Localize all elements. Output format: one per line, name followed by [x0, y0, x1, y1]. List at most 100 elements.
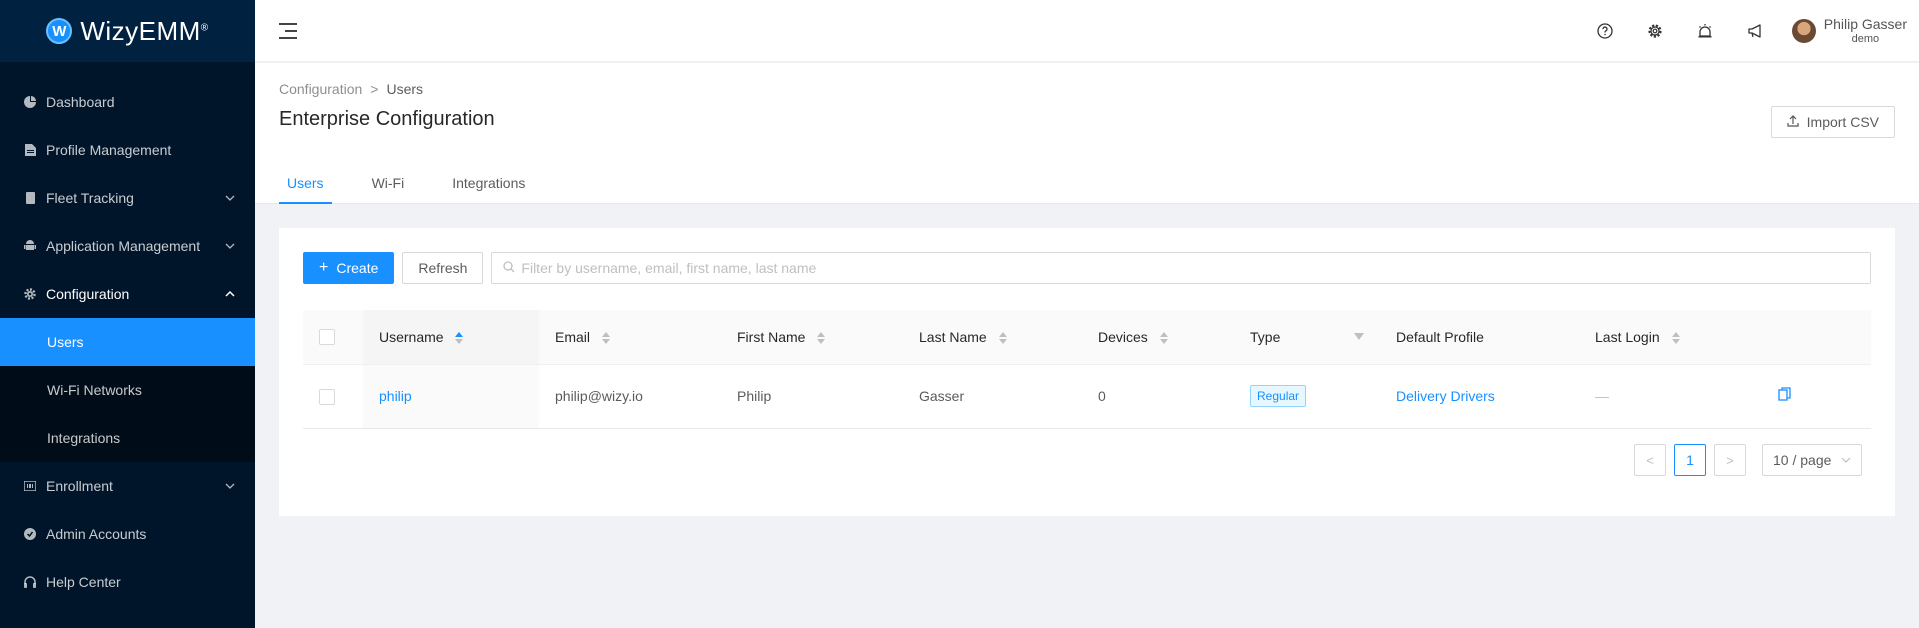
sidebar-item-help-center[interactable]: Help Center	[0, 558, 255, 606]
header-actions: Philip Gasser demo	[1580, 0, 1907, 62]
type-tag: Regular	[1250, 385, 1307, 407]
prev-page-button[interactable]: <	[1634, 444, 1666, 476]
sidebar-item-wifi-networks[interactable]: Wi-Fi Networks	[0, 366, 255, 414]
default-profile-link[interactable]: Delivery Drivers	[1396, 388, 1495, 404]
sort-icon	[455, 332, 464, 345]
menu-collapse-icon[interactable]	[279, 22, 297, 39]
sort-icon	[998, 332, 1007, 345]
column-actions	[1753, 310, 1871, 365]
column-first-name[interactable]: First Name	[721, 310, 903, 365]
username-link[interactable]: philip	[379, 388, 412, 404]
row-select-cell	[303, 364, 363, 429]
sidebar-item-label: Integrations	[47, 430, 121, 446]
sort-icon	[817, 332, 826, 345]
shield-icon	[24, 528, 36, 540]
page-title: Enterprise Configuration	[279, 108, 495, 130]
column-last-login[interactable]: Last Login	[1579, 310, 1753, 365]
dashboard-icon	[24, 96, 36, 108]
chevron-up-icon	[225, 288, 235, 300]
cell-last-login: —	[1579, 364, 1753, 429]
chevron-down-icon	[225, 192, 235, 204]
tab-wifi[interactable]: Wi-Fi	[364, 175, 413, 203]
page-1-button[interactable]: 1	[1674, 444, 1706, 476]
cell-default-profile: Delivery Drivers	[1380, 364, 1579, 429]
configuration-submenu: Users Wi-Fi Networks Integrations	[0, 318, 255, 462]
sidebar-item-label: Application Management	[46, 238, 201, 254]
column-label: First Name	[737, 328, 806, 345]
tab-integrations[interactable]: Integrations	[444, 175, 533, 203]
sidebar-item-users[interactable]: Users	[0, 318, 255, 366]
sidebar-item-label: Wi-Fi Networks	[47, 382, 142, 398]
breadcrumb-configuration[interactable]: Configuration	[279, 81, 362, 97]
sidebar-item-integrations[interactable]: Integrations	[0, 414, 255, 462]
upload-icon	[1787, 114, 1799, 130]
barcode-icon	[24, 480, 36, 492]
search-input[interactable]	[521, 260, 1859, 276]
page-header: Configuration > Users Enterprise Configura…	[255, 63, 1919, 204]
page-size-select[interactable]: 10 / page	[1762, 444, 1862, 476]
chevron-down-icon	[225, 480, 235, 492]
table-row: philip philip@wizy.io Philip Gasser 0 Re…	[303, 364, 1871, 429]
sidebar-item-application-management[interactable]: Application Management	[0, 222, 255, 270]
cell-username: philip	[363, 364, 539, 429]
column-label: Email	[555, 328, 591, 345]
sidebar-menu: Dashboard Profile Management Fleet Track…	[0, 78, 255, 606]
refresh-button[interactable]: Refresh	[402, 252, 484, 284]
users-table: Username Email First Name Last Name Devi…	[303, 310, 1871, 429]
tabs: Users Wi-Fi Integrations	[279, 175, 565, 204]
column-label: Type	[1250, 328, 1281, 345]
sidebar-item-label: Admin Accounts	[46, 526, 147, 542]
avatar[interactable]	[1791, 19, 1816, 43]
settings-gear-icon[interactable]	[1630, 0, 1680, 62]
breadcrumb: Configuration > Users	[279, 81, 423, 97]
sidebar-item-label: Dashboard	[46, 94, 115, 110]
user-info[interactable]: Philip Gasser demo	[1824, 16, 1907, 46]
pagination: < 1 > 10 / page	[1626, 444, 1862, 476]
help-icon[interactable]	[1580, 0, 1630, 62]
sort-icon	[1671, 332, 1680, 345]
logo-text: WizyEMM®	[80, 16, 208, 47]
sidebar-item-enrollment[interactable]: Enrollment	[0, 462, 255, 510]
import-csv-button[interactable]: Import CSV	[1770, 106, 1895, 138]
create-button[interactable]: + Create	[303, 252, 395, 284]
toolbar: + Create Refresh	[303, 252, 1871, 284]
logo[interactable]: W WizyEMM®	[0, 0, 255, 62]
cell-first-name: Philip	[721, 364, 903, 429]
next-page-button[interactable]: >	[1714, 444, 1746, 476]
copy-icon[interactable]	[1778, 387, 1791, 405]
column-username[interactable]: Username	[363, 310, 539, 365]
filter-icon[interactable]	[1354, 332, 1364, 340]
sidebar-item-dashboard[interactable]: Dashboard	[0, 78, 255, 126]
headset-icon	[24, 576, 36, 588]
android-icon	[24, 240, 36, 252]
column-type[interactable]: Type	[1234, 310, 1380, 365]
cell-devices: 0	[1082, 364, 1234, 429]
search-box	[491, 252, 1871, 284]
tab-users[interactable]: Users	[279, 175, 332, 204]
announcement-icon[interactable]	[1730, 0, 1780, 62]
sidebar-item-fleet-tracking[interactable]: Fleet Tracking	[0, 174, 255, 222]
sidebar-item-admin-accounts[interactable]: Admin Accounts	[0, 510, 255, 558]
alarm-icon[interactable]	[1680, 0, 1730, 62]
column-devices[interactable]: Devices	[1082, 310, 1234, 365]
row-checkbox[interactable]	[319, 388, 335, 405]
last-login-value: —	[1595, 388, 1609, 404]
column-email[interactable]: Email	[539, 310, 721, 365]
brand-name: WizyEMM	[80, 15, 201, 46]
sidebar-item-label: Profile Management	[46, 142, 172, 158]
select-all-checkbox[interactable]	[319, 329, 335, 346]
column-label: Devices	[1098, 328, 1148, 345]
table-header-row: Username Email First Name Last Name Devi…	[303, 310, 1871, 365]
breadcrumb-separator: >	[370, 81, 379, 97]
sidebar-item-configuration[interactable]: Configuration	[0, 270, 255, 318]
sort-icon	[601, 332, 610, 345]
select-all-cell	[303, 310, 363, 365]
cell-type: Regular	[1234, 364, 1380, 429]
sidebar-item-profile-management[interactable]: Profile Management	[0, 126, 255, 174]
column-default-profile: Default Profile	[1380, 310, 1579, 365]
plus-icon: +	[319, 259, 329, 276]
brand-reg-mark: ®	[200, 21, 209, 33]
sidebar-item-label: Fleet Tracking	[46, 190, 134, 206]
user-org: demo	[1851, 32, 1880, 45]
column-last-name[interactable]: Last Name	[903, 310, 1082, 365]
